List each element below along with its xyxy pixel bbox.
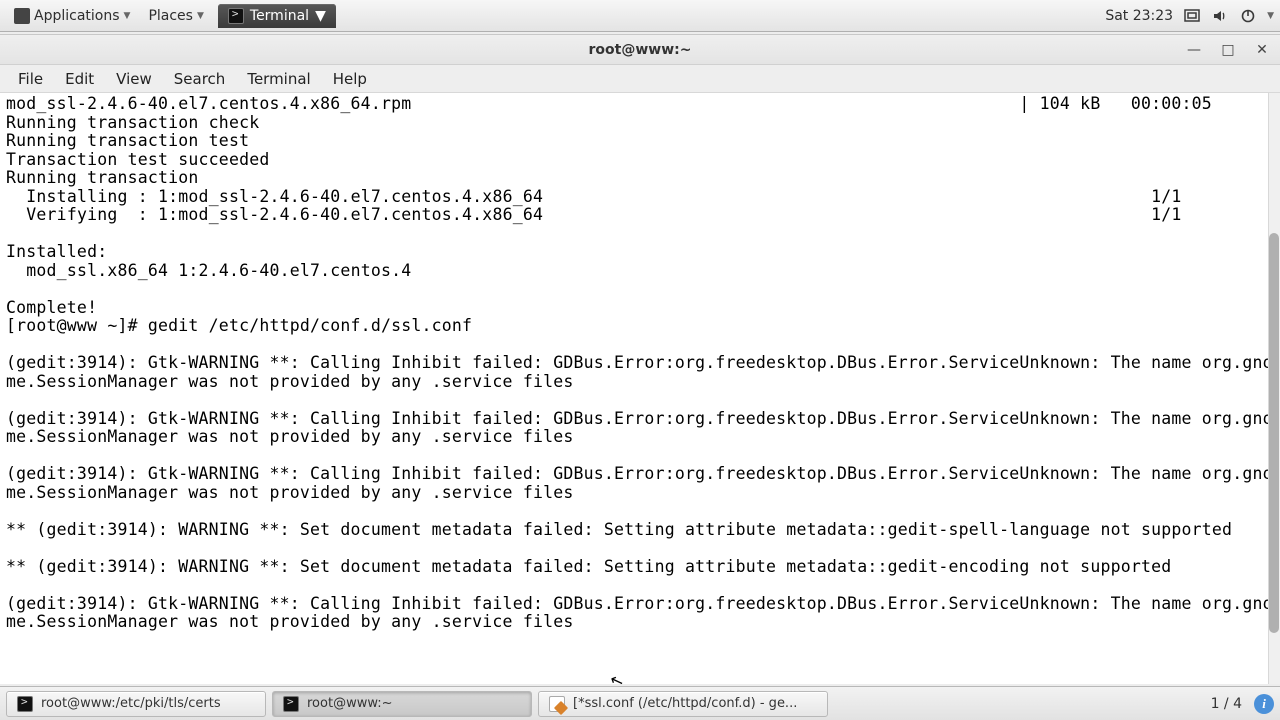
chevron-down-icon: ▼ [315, 8, 326, 24]
places-label: Places [148, 8, 193, 24]
active-app-menu[interactable]: Terminal ▼ [218, 4, 336, 28]
info-icon[interactable]: i [1254, 694, 1274, 714]
menubar: File Edit View Search Terminal Help [0, 65, 1280, 93]
terminal-icon [228, 8, 244, 24]
close-button[interactable]: ✕ [1252, 40, 1272, 60]
taskbar-item-label: root@www:~ [307, 696, 393, 711]
terminal-output[interactable]: mod_ssl-2.4.6-40.el7.centos.4.x86_64.rpm… [6, 95, 1276, 632]
volume-icon[interactable] [1211, 7, 1229, 25]
maximize-button[interactable]: □ [1218, 40, 1238, 60]
menu-terminal[interactable]: Terminal [237, 67, 320, 91]
terminal-viewport[interactable]: mod_ssl-2.4.6-40.el7.centos.4.x86_64.rpm… [0, 93, 1280, 684]
titlebar[interactable]: root@www:~ — □ ✕ [0, 35, 1280, 65]
menu-search[interactable]: Search [164, 67, 236, 91]
terminal-window: root@www:~ — □ ✕ File Edit View Search T… [0, 34, 1280, 684]
clock[interactable]: Sat 23:23 [1105, 8, 1173, 24]
scrollbar-thumb[interactable] [1269, 233, 1279, 633]
window-title: root@www:~ [0, 42, 1280, 58]
power-icon[interactable] [1239, 7, 1257, 25]
terminal-icon [17, 696, 33, 712]
scrollbar[interactable] [1268, 93, 1280, 684]
menu-file[interactable]: File [8, 67, 53, 91]
active-app-label: Terminal [250, 8, 309, 24]
taskbar-item-gedit[interactable]: [*ssl.conf (/etc/httpd/conf.d) - ge... [538, 691, 828, 717]
taskbar-item-label: root@www:/etc/pki/tls/certs [41, 696, 221, 711]
top-panel: Applications ▼ Places ▼ Terminal ▼ Sat 2… [0, 0, 1280, 32]
applications-icon [14, 8, 30, 24]
chevron-down-icon[interactable]: ▼ [1267, 11, 1274, 21]
taskbar-item-label: [*ssl.conf (/etc/httpd/conf.d) - ge... [573, 696, 797, 711]
gedit-icon [549, 696, 565, 712]
chevron-down-icon: ▼ [124, 11, 131, 21]
fullscreen-icon[interactable] [1183, 7, 1201, 25]
workspace-indicator[interactable]: 1 / 4 [1205, 696, 1248, 712]
bottom-taskbar: root@www:/etc/pki/tls/certs root@www:~ [… [0, 686, 1280, 720]
applications-label: Applications [34, 8, 120, 24]
terminal-icon [283, 696, 299, 712]
taskbar-item-terminal-home[interactable]: root@www:~ [272, 691, 532, 717]
places-menu[interactable]: Places ▼ [140, 4, 211, 28]
menu-help[interactable]: Help [323, 67, 377, 91]
menu-edit[interactable]: Edit [55, 67, 104, 91]
menu-view[interactable]: View [106, 67, 162, 91]
chevron-down-icon: ▼ [197, 11, 204, 21]
minimize-button[interactable]: — [1184, 40, 1204, 60]
applications-menu[interactable]: Applications ▼ [6, 4, 138, 28]
taskbar-item-terminal-certs[interactable]: root@www:/etc/pki/tls/certs [6, 691, 266, 717]
